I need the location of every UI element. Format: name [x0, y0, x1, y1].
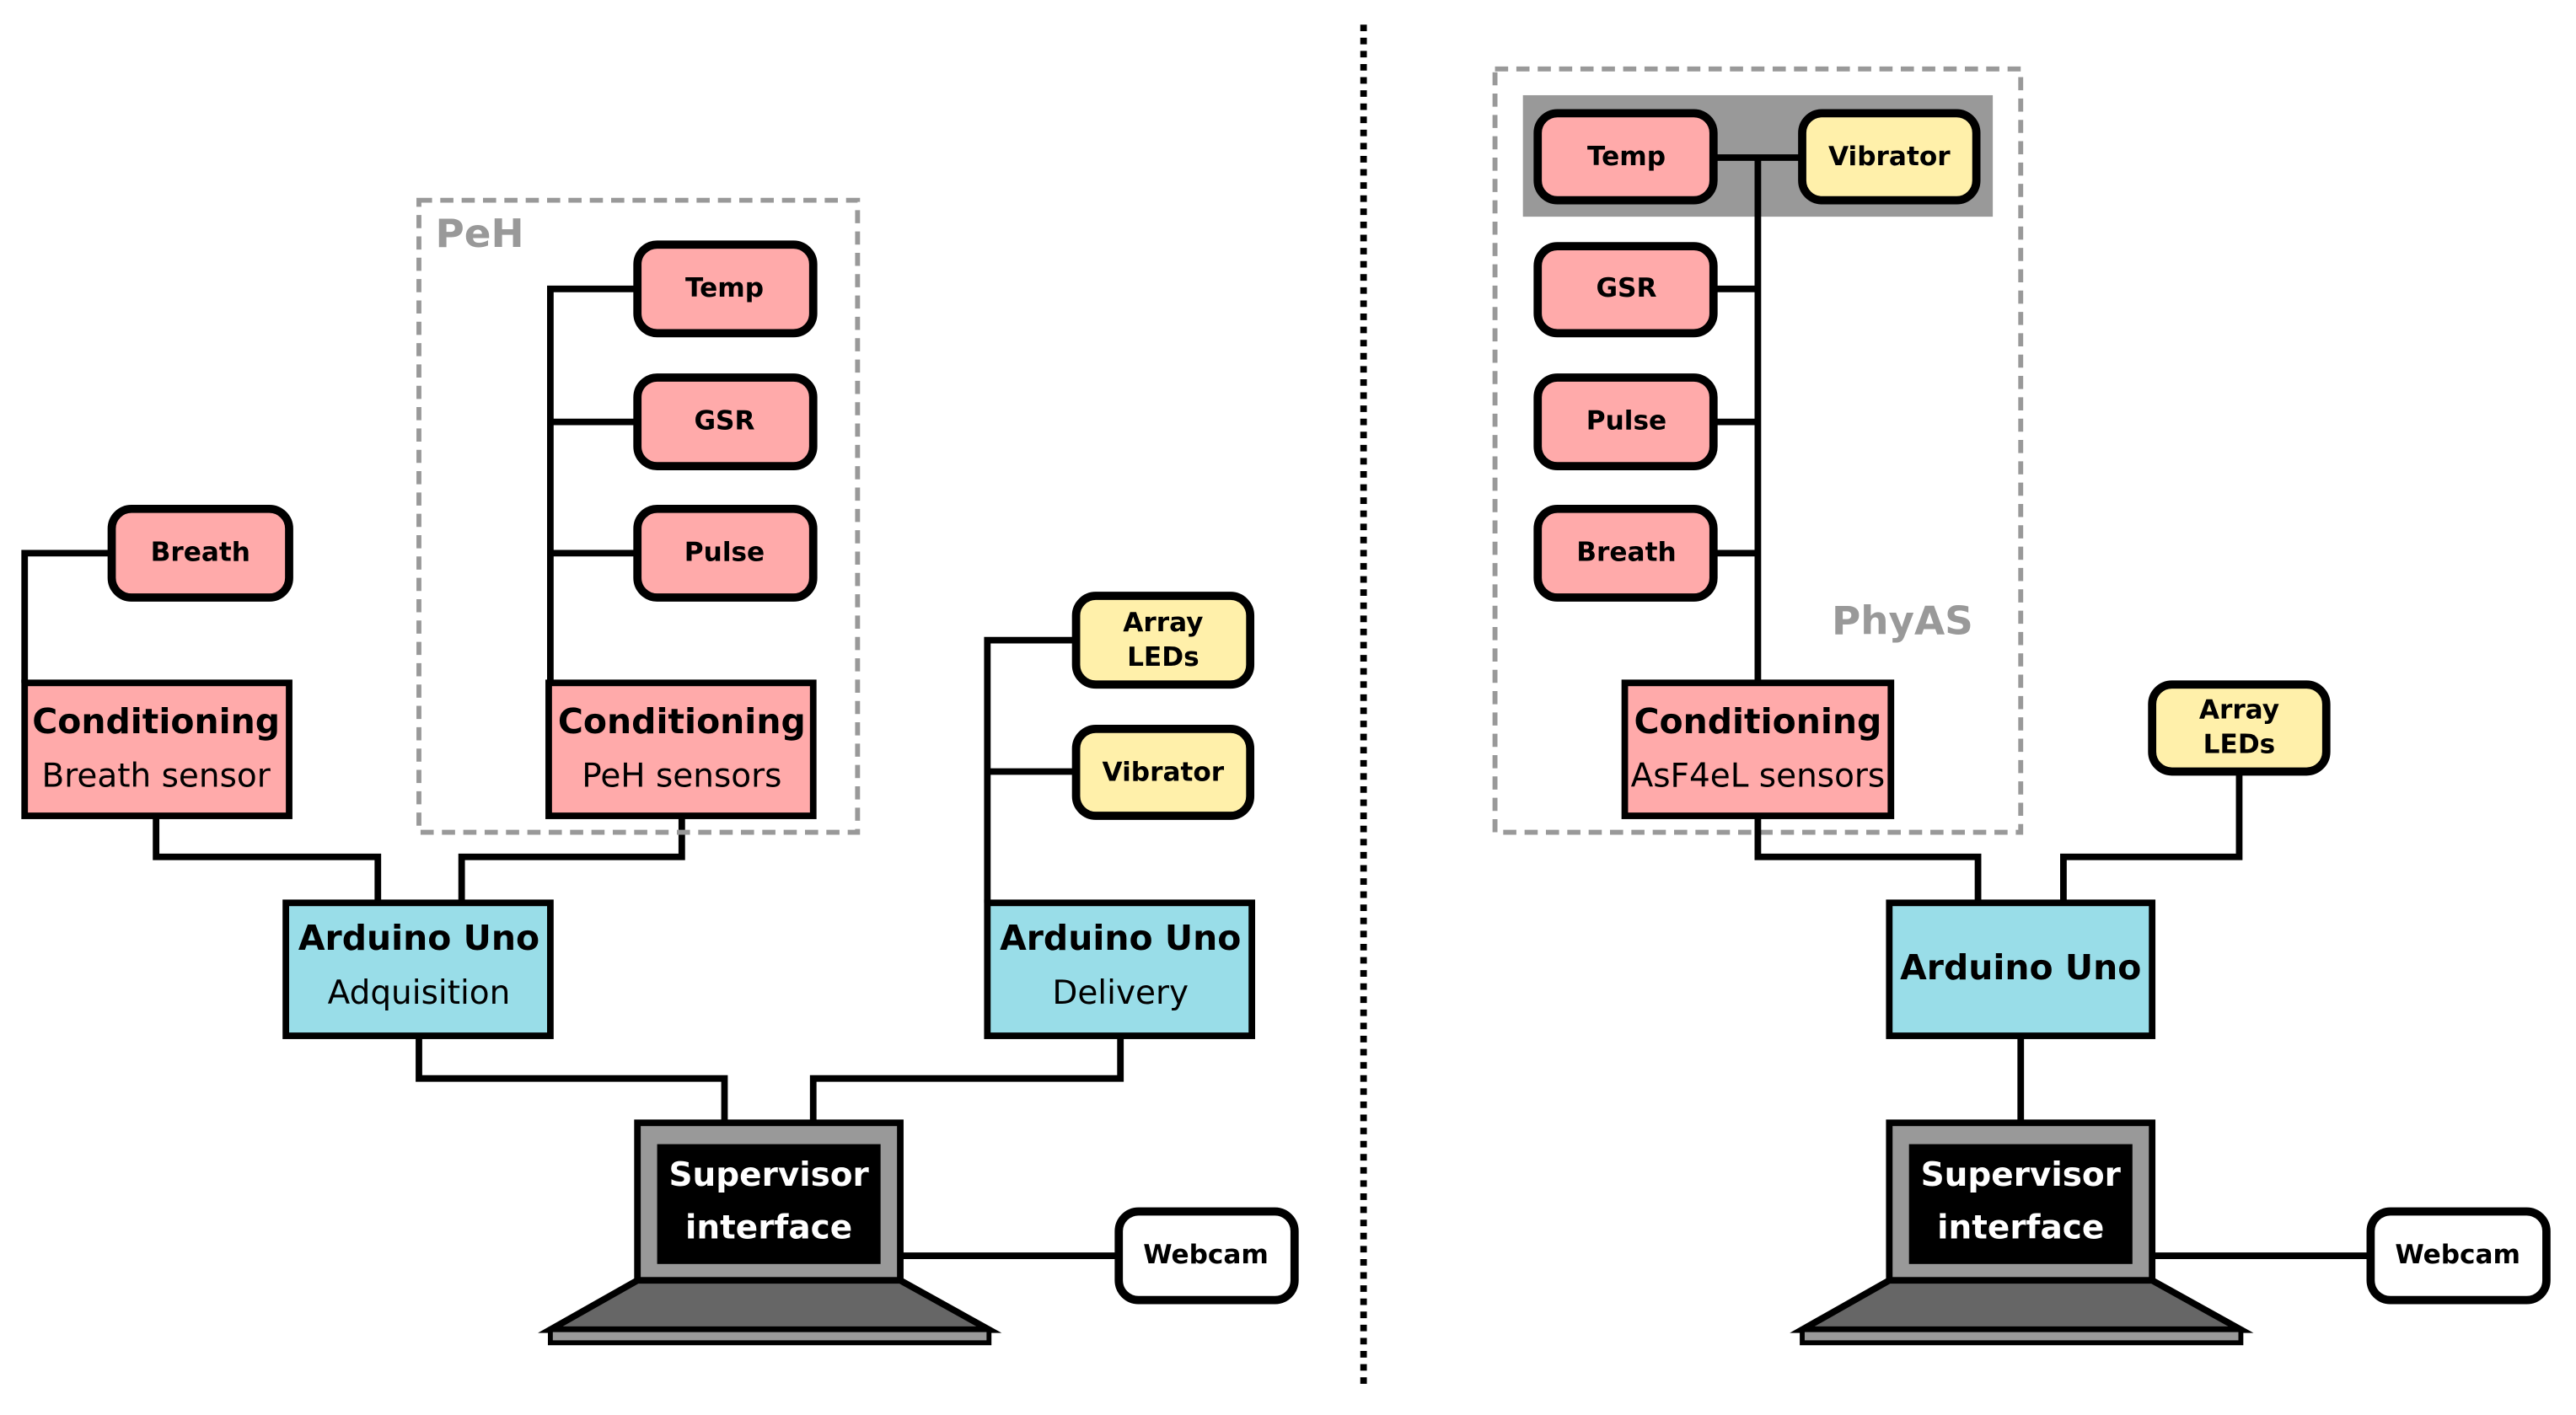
svg-text:Webcam: Webcam [1143, 1240, 1269, 1270]
laptop-supervisor: Supervisor interface [1790, 1119, 2254, 1346]
svg-text:Delivery: Delivery [1052, 974, 1189, 1012]
temp-sensor: Temp [633, 240, 818, 338]
svg-text:LEDs: LEDs [2203, 729, 2276, 759]
svg-text:LEDs: LEDs [1127, 642, 1199, 673]
svg-text:PeH sensors: PeH sensors [582, 758, 781, 796]
laptop-supervisor: Supervisor interface [538, 1119, 1002, 1346]
svg-text:Conditioning: Conditioning [1634, 701, 1881, 742]
svg-text:Breath sensor: Breath sensor [42, 758, 271, 796]
svg-text:Temp: Temp [685, 273, 764, 303]
conditioning-asf4el: Conditioning AsF4eL sensors [1621, 679, 1895, 819]
svg-text:Breath: Breath [151, 537, 250, 567]
svg-text:Vibrator: Vibrator [1103, 757, 1225, 787]
array-leds: Array LEDs [2148, 680, 2331, 776]
webcam: Webcam [1114, 1207, 1299, 1305]
svg-text:Conditioning: Conditioning [558, 701, 806, 742]
svg-text:Supervisor: Supervisor [668, 1156, 869, 1194]
svg-text:Breath: Breath [1576, 537, 1676, 567]
system-architecture-diagram: PeH Breath Conditioning Breath sensor Tem… [21, 24, 2551, 1387]
svg-text:GSR: GSR [694, 406, 754, 437]
svg-text:Pulse: Pulse [1586, 406, 1666, 437]
peh-group-label: PeH [436, 212, 524, 257]
vibrator: Vibrator [1798, 109, 1981, 205]
pulse-sensor: Pulse [1533, 373, 1718, 471]
arduino-uno: Arduino Uno [1886, 899, 2156, 1039]
svg-text:Vibrator: Vibrator [1828, 142, 1951, 172]
breath-sensor: Breath [107, 504, 293, 602]
svg-text:Array: Array [1123, 608, 1203, 638]
phyas-group-label: PhyAS [1832, 599, 1973, 645]
gsr-sensor: GSR [1533, 242, 1718, 338]
webcam: Webcam [2366, 1207, 2551, 1305]
svg-text:GSR: GSR [1596, 273, 1656, 303]
breath-sensor: Breath [1533, 504, 1718, 602]
svg-text:Conditioning: Conditioning [32, 701, 280, 742]
svg-text:Webcam: Webcam [2395, 1240, 2520, 1270]
temp-sensor: Temp [1533, 109, 1718, 205]
svg-text:Pulse: Pulse [684, 537, 765, 567]
svg-text:Arduino Uno: Arduino Uno [1900, 947, 2141, 988]
conditioning-breath: Conditioning Breath sensor [21, 679, 292, 819]
svg-text:Temp: Temp [1587, 142, 1666, 172]
svg-text:Array: Array [2199, 694, 2279, 725]
svg-text:Arduino Uno: Arduino Uno [1000, 918, 1241, 958]
svg-text:Supervisor: Supervisor [1921, 1156, 2122, 1194]
vibrator: Vibrator [1071, 724, 1255, 820]
svg-text:interface: interface [685, 1209, 852, 1246]
arduino-delivery: Arduino Uno Delivery [984, 899, 1256, 1039]
svg-text:Arduino Uno: Arduino Uno [298, 918, 539, 958]
gsr-sensor: GSR [633, 373, 818, 471]
svg-text:Adquisition: Adquisition [328, 974, 511, 1012]
arduino-adquisition: Arduino Uno Adquisition [282, 899, 554, 1039]
array-leds: Array LEDs [1071, 592, 1255, 689]
svg-text:interface: interface [1937, 1209, 2104, 1246]
svg-text:AsF4eL sensors: AsF4eL sensors [1631, 758, 1886, 796]
pulse-sensor: Pulse [633, 504, 818, 602]
conditioning-peh: Conditioning PeH sensors [545, 679, 817, 819]
